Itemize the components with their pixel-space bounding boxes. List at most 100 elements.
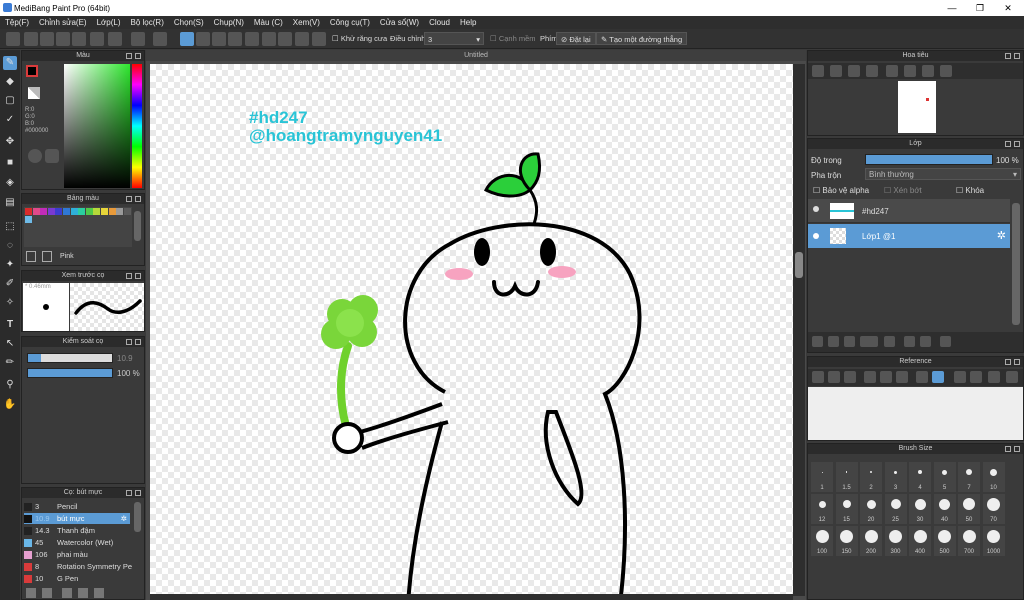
rotate-right-icon[interactable]: [988, 371, 1000, 383]
symmetry-icon[interactable]: [245, 32, 259, 46]
rotate-left-icon[interactable]: [954, 371, 966, 383]
smooth-option[interactable]: ☐ Cạnh mềm: [490, 34, 536, 43]
hue-slider[interactable]: [132, 64, 142, 188]
delete-brush-icon[interactable]: [94, 588, 104, 598]
document-tab[interactable]: Untitled: [146, 50, 806, 61]
reset-rotation-icon[interactable]: [904, 65, 916, 77]
palette-swatch[interactable]: [32, 208, 40, 215]
dot-tool-icon[interactable]: ▢: [3, 94, 17, 108]
brush-size-slider[interactable]: [27, 353, 113, 363]
cloud-icon[interactable]: [6, 32, 20, 46]
delete-layer-icon[interactable]: [940, 336, 951, 347]
palette-swatch[interactable]: [47, 208, 55, 215]
new-8bit-layer-icon[interactable]: [844, 336, 855, 347]
redo-icon[interactable]: [153, 32, 167, 46]
palette-swatch[interactable]: [25, 208, 32, 215]
fit-icon[interactable]: [880, 371, 892, 383]
clipping-checkbox[interactable]: ☐ Xén bớt: [884, 186, 922, 195]
new-halftone-layer-icon[interactable]: [828, 336, 839, 347]
color-wheel-icon[interactable]: [28, 149, 42, 163]
close-icon[interactable]: ✕: [994, 0, 1022, 16]
zoom-out-icon[interactable]: [830, 65, 842, 77]
brush-size-option[interactable]: 40: [933, 494, 956, 524]
brush-size-option[interactable]: 500: [933, 526, 956, 556]
menu-view[interactable]: Xem(V): [288, 18, 325, 27]
layer-scrollbar[interactable]: [1012, 203, 1020, 325]
float-icon[interactable]: [126, 273, 132, 279]
eyedropper-icon[interactable]: [916, 371, 928, 383]
float-icon[interactable]: [1005, 53, 1011, 59]
brush-size-option[interactable]: 12: [811, 494, 833, 524]
palette-swatch[interactable]: [123, 208, 131, 215]
menu-file[interactable]: Tệp(F): [0, 18, 34, 27]
flip-icon[interactable]: [940, 65, 952, 77]
brush-size-option[interactable]: 4: [909, 462, 931, 492]
shape-tool-icon[interactable]: ■: [3, 156, 17, 170]
color-history-icon[interactable]: [45, 149, 59, 163]
add-layer-menu-icon[interactable]: [860, 336, 878, 347]
copy-brush-icon[interactable]: [62, 588, 72, 598]
palette-swatch[interactable]: [78, 208, 86, 215]
menu-cloud[interactable]: Cloud: [424, 18, 455, 27]
saturation-value-picker[interactable]: [64, 64, 130, 188]
stroke-mode-icon[interactable]: [180, 32, 194, 46]
duplicate-layer-icon[interactable]: [904, 336, 915, 347]
palette-swatch[interactable]: [101, 208, 108, 215]
ruler-icon[interactable]: [228, 32, 242, 46]
visibility-icon[interactable]: [813, 206, 819, 212]
brush-size-option[interactable]: 50: [958, 494, 980, 524]
open-image-icon[interactable]: [828, 371, 840, 383]
zoom-in-icon[interactable]: [812, 65, 824, 77]
text-tool-icon[interactable]: T: [3, 318, 17, 332]
palette-swatch[interactable]: [55, 208, 63, 215]
brush-size-option[interactable]: 30: [909, 494, 931, 524]
move-tool-icon[interactable]: ✥: [3, 135, 17, 149]
folder-icon[interactable]: [884, 336, 895, 347]
menu-tools[interactable]: Công cụ(T): [325, 18, 375, 27]
float-icon[interactable]: [126, 53, 132, 59]
brush-list-scrollbar[interactable]: [134, 502, 141, 532]
lock-checkbox[interactable]: ☐ Khóa: [956, 186, 984, 195]
actual-size-icon[interactable]: [866, 65, 878, 77]
antialias-checkbox[interactable]: ☐ Khử răng cưa: [332, 34, 387, 43]
palette-scrollbar[interactable]: [134, 211, 141, 241]
panels-icon[interactable]: [90, 32, 104, 46]
layer-opacity-slider[interactable]: [865, 154, 993, 165]
minimize-icon[interactable]: —: [938, 0, 966, 16]
close-panel-icon[interactable]: [1014, 359, 1020, 365]
concentric-icon[interactable]: [312, 32, 326, 46]
fit-rotate-icon[interactable]: [970, 371, 982, 383]
fit-icon[interactable]: [848, 65, 860, 77]
bucket-tool-icon[interactable]: ◈: [3, 176, 17, 190]
brush-size-option[interactable]: 300: [884, 526, 907, 556]
menu-color[interactable]: Màu (C): [249, 18, 288, 27]
canvas-horizontal-scrollbar[interactable]: [150, 594, 793, 600]
brush-item-pen-selected[interactable]: 10.9 bút mực ✲: [24, 513, 130, 524]
hatch-icon[interactable]: [196, 32, 210, 46]
fill-icon[interactable]: [212, 32, 226, 46]
new-palette-icon[interactable]: [26, 251, 36, 262]
close-panel-icon[interactable]: [135, 53, 141, 59]
float-icon[interactable]: [1005, 141, 1011, 147]
folder-icon[interactable]: [78, 588, 88, 598]
brush-size-option[interactable]: 1.5: [835, 462, 858, 492]
magic-wand-icon[interactable]: ✦: [3, 258, 17, 272]
palette-swatch[interactable]: [63, 208, 70, 215]
delete-palette-icon[interactable]: [42, 251, 52, 262]
circle-ruler-icon[interactable]: [262, 32, 276, 46]
ellipse-icon[interactable]: [295, 32, 309, 46]
blur-tool-icon[interactable]: ✓: [3, 113, 17, 127]
float-icon[interactable]: [126, 196, 132, 202]
brush-size-option[interactable]: 3: [884, 462, 907, 492]
brush-size-option[interactable]: 15: [835, 494, 858, 524]
layer-row-selected[interactable]: Lớp1 @1 ✲: [808, 224, 1010, 248]
foreground-color-swatch[interactable]: [26, 65, 38, 77]
cloud-save-icon[interactable]: [56, 32, 70, 46]
float-icon[interactable]: [1005, 359, 1011, 365]
brush-size-option[interactable]: 10: [982, 462, 1005, 492]
reset-button[interactable]: ⊘ Đặt lại: [556, 32, 596, 45]
layer-row[interactable]: #hd247: [808, 199, 1010, 223]
palette-swatch[interactable]: [85, 208, 93, 215]
brush-size-option[interactable]: 70: [982, 494, 1005, 524]
brush-size-option[interactable]: 150: [835, 526, 858, 556]
